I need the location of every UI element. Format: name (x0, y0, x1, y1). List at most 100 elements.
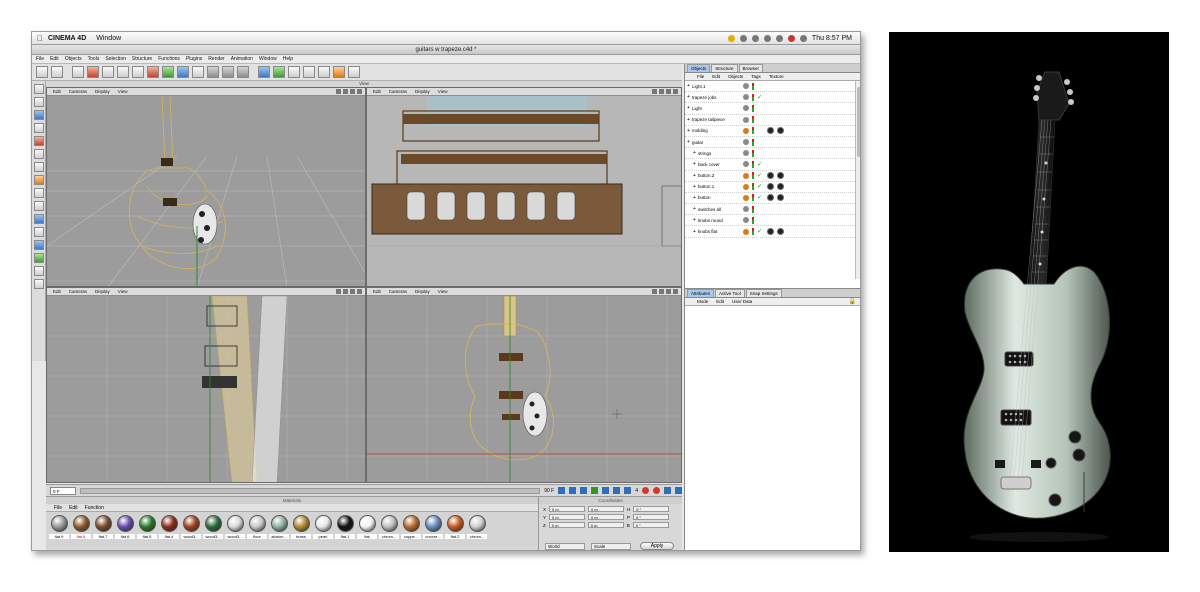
tab-snap-settings[interactable]: Snap Settings (745, 289, 782, 297)
coordinate-mode-dropdown[interactable]: World (545, 543, 585, 550)
spline-icon[interactable] (273, 66, 285, 78)
menu-file[interactable]: File (36, 56, 44, 62)
expand-icon[interactable]: + (693, 206, 696, 212)
bluetooth-icon[interactable] (763, 34, 771, 42)
object-row[interactable]: + knobs round (685, 215, 855, 227)
x-axis-icon[interactable] (147, 66, 159, 78)
use-model-tool-icon[interactable] (33, 84, 44, 94)
expand-icon[interactable]: + (687, 94, 690, 100)
attrmgr-menu-edit[interactable]: Edit (716, 299, 724, 304)
object-type-icon[interactable] (743, 161, 749, 168)
object-list-scrollbar[interactable] (855, 81, 860, 279)
timeline-start-field[interactable]: 0 F (50, 486, 76, 495)
materials-menu-edit[interactable]: Edit (69, 505, 78, 511)
visibility-dots-icon[interactable] (752, 216, 754, 224)
time-machine-icon[interactable] (751, 34, 759, 42)
material-swatch[interactable]: flat.9 (49, 515, 69, 539)
tab-objects[interactable]: Objects (687, 64, 711, 72)
material-swatch[interactable]: wood3... (225, 515, 245, 539)
visibility-dots-icon[interactable] (752, 149, 754, 157)
viewport-nav-controls[interactable] (652, 289, 681, 294)
autokey-icon[interactable] (653, 487, 660, 494)
clock[interactable]: Thu 8:57 PM (812, 35, 852, 42)
paint-icon[interactable] (33, 253, 44, 263)
material-swatch[interactable]: wood3... (203, 515, 223, 539)
visibility-dots-icon[interactable] (752, 116, 754, 124)
viewport-side[interactable]: Edit Cameras Display View (46, 287, 366, 483)
texture-tag-icon[interactable] (777, 127, 784, 135)
visibility-dots-icon[interactable] (752, 138, 754, 146)
materials-menu-function[interactable]: Function (85, 505, 104, 511)
visibility-dots-icon[interactable] (752, 183, 754, 191)
menu-tools[interactable]: Tools (88, 56, 100, 62)
expand-icon[interactable]: + (687, 105, 690, 111)
visibility-dots-icon[interactable] (752, 160, 754, 168)
timeline-track[interactable] (80, 487, 541, 494)
material-swatch[interactable]: flat.7 (93, 515, 113, 539)
viewport-menu-edit[interactable]: Edit (53, 89, 61, 94)
viewport-menu-display[interactable]: Display (415, 289, 430, 294)
attrmgr-menu-user-data[interactable]: User Data (732, 299, 752, 304)
apply-button[interactable]: Apply (640, 542, 674, 550)
texture-tag-icon[interactable] (767, 172, 774, 180)
enabled-check-icon[interactable]: ✓ (757, 94, 762, 101)
visibility-dots-icon[interactable] (752, 127, 754, 135)
object-type-icon[interactable] (743, 217, 749, 224)
checker-2-icon[interactable] (33, 201, 44, 211)
viewport-menu-cameras[interactable]: Cameras (389, 89, 407, 94)
viewport-nav-controls[interactable] (652, 89, 681, 94)
expand-icon[interactable]: + (693, 217, 696, 223)
material-swatch[interactable]: brass (291, 515, 311, 539)
material-swatch[interactable]: flat.2 (445, 515, 465, 539)
cube-icon[interactable] (258, 66, 270, 78)
size-field[interactable]: 0 m (587, 522, 624, 528)
tweak-tool-icon[interactable] (33, 175, 44, 185)
menu-edit[interactable]: Edit (50, 56, 59, 62)
viewport-menu-view[interactable]: View (438, 89, 448, 94)
redo-icon[interactable] (51, 66, 63, 78)
play-icon[interactable] (591, 487, 599, 494)
viewport-menu-view[interactable]: View (118, 89, 128, 94)
viewport-nav-controls[interactable] (336, 289, 365, 294)
points-mode-icon[interactable] (237, 66, 249, 78)
object-row[interactable]: + knobs flat ✓ (685, 226, 855, 238)
material-swatch[interactable]: chrom... (467, 515, 487, 539)
window-titlebar[interactable]: guitars w trapeze.c4d * (32, 45, 860, 55)
prev-frame-icon[interactable] (580, 487, 588, 494)
object-type-icon[interactable] (743, 83, 749, 90)
material-swatch[interactable]: flat.1 (335, 515, 355, 539)
material-tag-icon[interactable] (743, 183, 749, 190)
menu-render[interactable]: Render (208, 56, 224, 62)
expand-icon[interactable]: + (693, 150, 696, 156)
object-row[interactable]: + trapeze tailpiece (685, 115, 855, 126)
coordinate-scale-dropdown[interactable]: Scale (591, 543, 631, 550)
status-icon-2[interactable] (739, 34, 747, 42)
magnet-icon[interactable] (33, 227, 44, 237)
object-row[interactable]: + Light.1 (685, 81, 855, 93)
attrmgr-menu-mode[interactable]: Mode (697, 299, 708, 304)
prev-key-icon[interactable] (569, 487, 577, 494)
select-arrow-icon[interactable] (72, 66, 84, 78)
goto-end-icon[interactable] (624, 487, 632, 494)
material-swatch[interactable]: coocre... (423, 515, 443, 539)
use-point-tool-icon[interactable] (33, 136, 44, 146)
objmgr-menu-file[interactable]: File (697, 74, 704, 79)
menu-selection[interactable]: Selection (105, 56, 126, 62)
layout-icon[interactable] (33, 279, 44, 289)
position-field[interactable]: 0 m (549, 514, 586, 520)
use-edge-tool-icon[interactable] (33, 123, 44, 133)
texture-tag-icon[interactable] (777, 172, 784, 180)
object-row[interactable]: + button.2 ✓ (685, 171, 855, 182)
viewport-menu-display[interactable]: Display (95, 89, 110, 94)
viewport-menu-display[interactable]: Display (415, 89, 430, 94)
expand-icon[interactable]: + (687, 117, 690, 123)
objmgr-menu-tags[interactable]: Tags (751, 74, 761, 79)
objmgr-menu-texture[interactable]: Texture (769, 74, 784, 79)
viewport-menu-edit[interactable]: Edit (373, 89, 381, 94)
material-swatch[interactable]: flat (357, 515, 377, 539)
object-mode-icon[interactable] (222, 66, 234, 78)
object-row[interactable]: + switches all (685, 204, 855, 216)
wifi-icon[interactable] (799, 34, 807, 42)
material-swatch[interactable]: flat.6 (115, 515, 135, 539)
texture-tag-icon[interactable] (777, 228, 784, 236)
